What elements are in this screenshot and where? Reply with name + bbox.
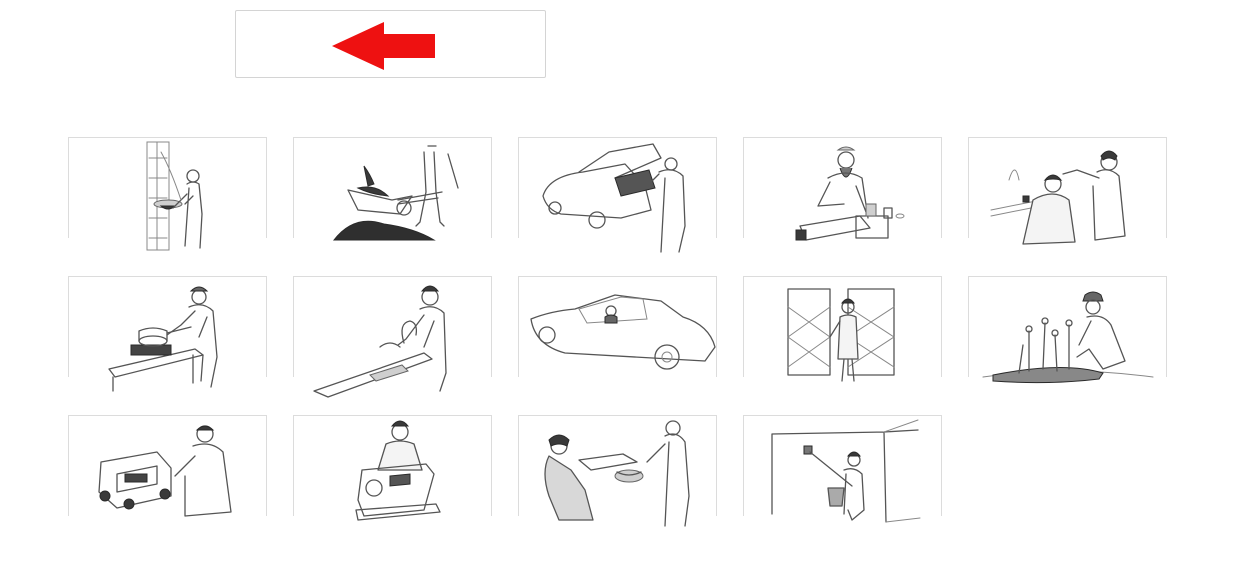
occupation-tile-wheelbarrow[interactable]: [293, 137, 492, 241]
occupation-tile-cook[interactable]: [68, 276, 267, 392]
occupation-tile-generator[interactable]: [68, 415, 267, 517]
left-arrow-shape: [332, 22, 435, 70]
wheelbarrow-worker-icon: [332, 145, 459, 241]
occupation-tile-tailor[interactable]: [293, 415, 492, 521]
waiter-icon: [544, 420, 690, 527]
gatekeeper-icon: [787, 288, 895, 382]
occupation-tile-dishwasher[interactable]: [293, 276, 492, 398]
car-mechanic-icon: [542, 143, 686, 253]
back-button[interactable]: [235, 10, 546, 78]
occupation-tile-mechanic[interactable]: [518, 137, 717, 253]
wall-painter-icon: [771, 419, 921, 523]
shopkeeper-icon: [795, 146, 905, 241]
cook-icon: [108, 286, 218, 392]
occupation-tile-firewood[interactable]: [68, 137, 267, 251]
firewood-worker-icon: [146, 141, 203, 251]
occupation-tile-gatekeeper[interactable]: [743, 276, 942, 382]
tailor-icon: [355, 420, 441, 521]
occupation-tile-waiter[interactable]: [518, 415, 717, 527]
occupation-tile-gardener[interactable]: [968, 276, 1167, 384]
driver-icon: [530, 294, 716, 370]
occupation-tile-painter[interactable]: [743, 415, 942, 523]
occupation-tile-shopkeeper[interactable]: [743, 137, 942, 241]
occupation-tile-driver[interactable]: [518, 276, 717, 377]
gardener-icon: [982, 291, 1154, 384]
generator-repair-icon: [98, 425, 232, 517]
left-arrow-icon: [332, 22, 435, 70]
barber-icon: [990, 150, 1126, 245]
occupation-tile-barber[interactable]: [968, 137, 1167, 245]
dishwasher-icon: [313, 285, 447, 398]
